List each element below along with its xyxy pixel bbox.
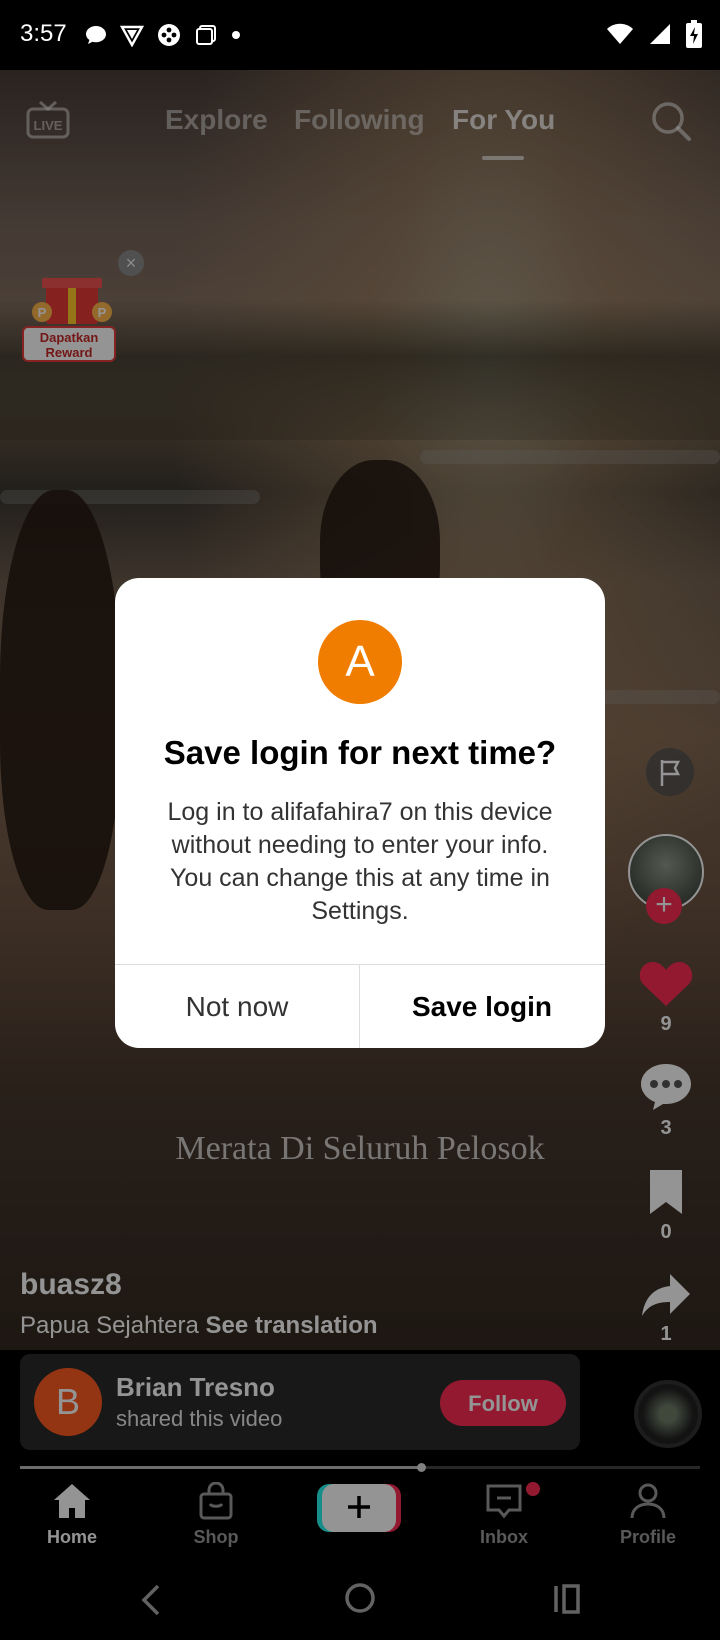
like-count: 9 (660, 1013, 672, 1035)
share-count: 1 (660, 1323, 672, 1345)
not-now-button[interactable]: Not now (115, 965, 359, 1048)
back-icon[interactable] (138, 1582, 162, 1618)
heart-icon (639, 962, 693, 1006)
status-icons-left (84, 22, 242, 48)
battery-charging-icon (686, 20, 702, 48)
sharer-avatar[interactable]: B (34, 1368, 102, 1436)
dialog-title: Save login for next time? (163, 734, 557, 771)
save-login-button[interactable]: Save login (360, 965, 604, 1048)
status-bar: 3:57 (0, 0, 720, 70)
recents-icon[interactable] (552, 1584, 582, 1614)
like-button[interactable]: 9 (616, 958, 716, 1036)
wifi-icon (607, 23, 633, 44)
reward-label: Dapatkan Reward (22, 326, 116, 362)
bottom-nav: Home Shop Inbox Profile (0, 1472, 720, 1560)
nav-home[interactable]: Home (12, 1482, 132, 1548)
reward-label-line2: Reward (45, 345, 93, 360)
game-controller-icon (158, 24, 180, 46)
sharer-name: Brian Tresno (116, 1372, 275, 1402)
comment-button[interactable]: 3 (616, 1062, 716, 1140)
top-nav: LIVE Explore Following For You (0, 70, 720, 170)
video-progress-fill (20, 1466, 422, 1469)
copy-icon (196, 25, 216, 45)
video-caption-overlay: Merata Di Seluruh Pelosok (175, 1130, 545, 1167)
share-arrow-icon (642, 1274, 690, 1316)
reward-widget[interactable]: × P P Dapatkan Reward (14, 250, 144, 365)
inbox-notification-dot (526, 1482, 540, 1496)
gift-box-icon: P P (32, 278, 112, 324)
search-icon[interactable] (650, 100, 692, 142)
cell-signal-icon (650, 24, 670, 44)
save-count: 0 (660, 1221, 672, 1243)
share-button[interactable]: 1 (616, 1272, 716, 1346)
tab-explore[interactable]: Explore (165, 104, 268, 136)
music-disc[interactable] (634, 1380, 702, 1448)
follow-sharer-button[interactable]: Follow (440, 1380, 566, 1426)
nav-profile-label: Profile (619, 1527, 676, 1547)
android-nav-bar (0, 1560, 720, 1640)
video-author[interactable]: buasz8 (20, 1268, 122, 1302)
tab-active-indicator (482, 156, 524, 160)
status-icons-right (606, 20, 702, 48)
vpn-shield-icon (120, 25, 144, 47)
save-button[interactable]: 0 (616, 1168, 716, 1244)
svg-text:P: P (98, 305, 107, 320)
inbox-icon (486, 1484, 522, 1519)
plus-icon (348, 1495, 370, 1518)
nav-inbox-label: Inbox (480, 1527, 528, 1547)
reward-close-button[interactable]: × (118, 250, 144, 276)
bookmark-icon (650, 1170, 682, 1214)
tab-for-you[interactable]: For You (452, 104, 555, 136)
shared-by-bar: B Brian Tresno shared this video Follow (20, 1354, 580, 1450)
dialog-body: Log in to alifafahira7 on this device wi… (167, 798, 553, 925)
chat-bubble-icon (86, 26, 106, 44)
tab-following[interactable]: Following (294, 104, 425, 136)
home-circle-icon[interactable] (344, 1582, 376, 1614)
dot-icon (232, 31, 240, 39)
status-time: 3:57 (20, 20, 67, 47)
shopping-bag-icon (199, 1481, 233, 1520)
nav-home-label: Home (46, 1527, 97, 1547)
create-button[interactable] (322, 1484, 396, 1532)
nav-shop[interactable]: Shop (156, 1481, 276, 1548)
see-translation-link[interactable]: See translation (205, 1312, 377, 1339)
reward-label-line1: Dapatkan (39, 330, 99, 345)
flag-icon (646, 748, 694, 796)
nav-inbox[interactable]: Inbox (444, 1482, 564, 1548)
live-icon-text: LIVE (34, 118, 63, 133)
account-avatar: A (318, 620, 402, 704)
report-button[interactable] (620, 748, 720, 801)
video-progress-bar[interactable] (20, 1463, 700, 1472)
video-description: Papua Sejahtera See translation (20, 1312, 378, 1340)
profile-icon (630, 1483, 666, 1519)
sharer-subtitle: shared this video (116, 1406, 283, 1431)
comment-icon (641, 1064, 691, 1110)
home-icon (54, 1484, 90, 1518)
description-text: Papua Sejahtera (20, 1312, 199, 1339)
live-icon[interactable]: LIVE (26, 100, 70, 140)
follow-plus-button[interactable]: + (646, 888, 682, 924)
video-progress-knob[interactable] (417, 1463, 427, 1472)
save-login-dialog: A Save login for next time? Log in to al… (115, 578, 605, 1048)
nav-profile[interactable]: Profile (588, 1482, 708, 1548)
nav-shop-label: Shop (193, 1527, 239, 1547)
svg-text:P: P (38, 305, 47, 320)
